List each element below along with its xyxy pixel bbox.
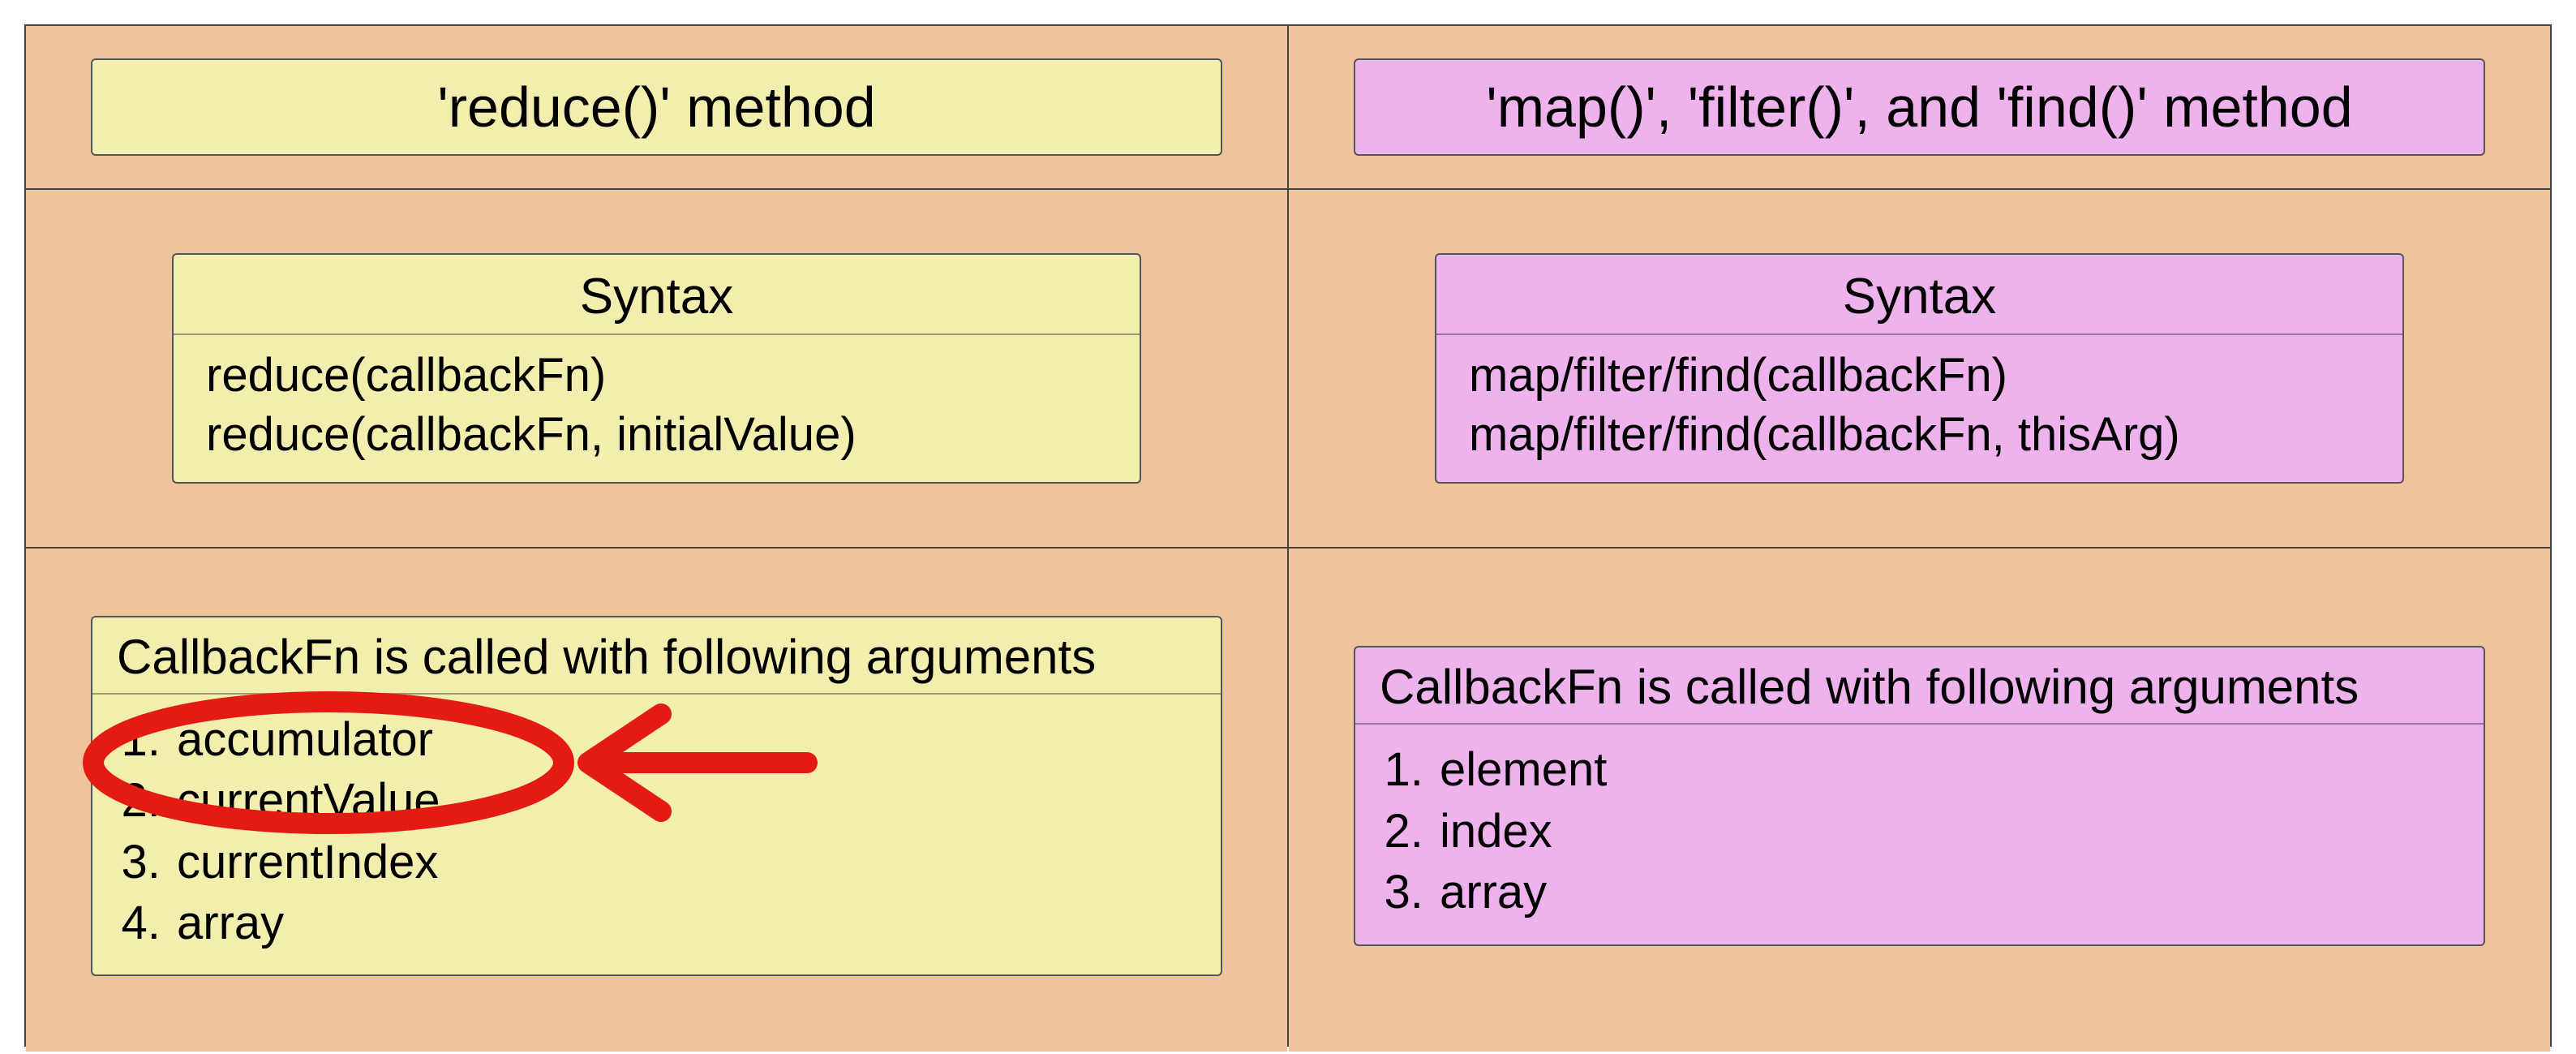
right-syntax-card: Syntax map/filter/find(callbackFn) map/f…	[1435, 253, 2404, 484]
left-syntax-card: Syntax reduce(callbackFn) reduce(callbac…	[172, 253, 1141, 484]
right-args-body: element index array	[1355, 725, 2484, 944]
left-args-list: accumulator currentValue currentIndex ar…	[125, 709, 1188, 954]
left-arg-3: currentIndex	[174, 832, 1188, 893]
left-arg-1: accumulator	[174, 709, 1188, 770]
right-args-card: CallbackFn is called with following argu…	[1354, 646, 2485, 945]
right-syntax-line-2: map/filter/find(callbackFn, thisArg)	[1469, 406, 2370, 465]
cell-right-syntax: Syntax map/filter/find(callbackFn) map/f…	[1289, 190, 2550, 547]
right-syntax-line-1: map/filter/find(callbackFn)	[1469, 346, 2370, 406]
left-args-body: accumulator currentValue currentIndex ar…	[92, 695, 1221, 975]
right-arg-3: array	[1436, 862, 2451, 923]
cell-left-title: 'reduce()' method	[26, 26, 1287, 188]
right-syntax-body: map/filter/find(callbackFn) map/filter/f…	[1436, 335, 2402, 482]
left-syntax-line-2: reduce(callbackFn, initialValue)	[206, 406, 1107, 465]
cell-right-title: 'map()', 'filter()', and 'find()' method	[1289, 26, 2550, 188]
left-syntax-body: reduce(callbackFn) reduce(callbackFn, in…	[174, 335, 1140, 482]
cell-left-syntax: Syntax reduce(callbackFn) reduce(callbac…	[26, 190, 1287, 547]
left-arg-2: currentValue	[174, 770, 1188, 831]
right-args-list: element index array	[1388, 739, 2451, 923]
left-title-card: 'reduce()' method	[91, 58, 1222, 157]
right-args-heading: CallbackFn is called with following argu…	[1355, 647, 2484, 725]
right-syntax-heading: Syntax	[1436, 255, 2402, 335]
cell-left-args: CallbackFn is called with following argu…	[26, 549, 1287, 1052]
left-syntax-line-1: reduce(callbackFn)	[206, 346, 1107, 406]
cell-right-args: CallbackFn is called with following argu…	[1289, 549, 2550, 1052]
left-syntax-heading: Syntax	[174, 255, 1140, 335]
right-arg-1: element	[1436, 739, 2451, 800]
left-arg-4: array	[174, 893, 1188, 953]
comparison-grid: 'reduce()' method 'map()', 'filter()', a…	[24, 24, 2552, 1047]
left-args-card: CallbackFn is called with following argu…	[91, 616, 1222, 977]
right-arg-2: index	[1436, 801, 2451, 862]
right-title-card: 'map()', 'filter()', and 'find()' method	[1354, 58, 2485, 157]
left-args-heading: CallbackFn is called with following argu…	[92, 617, 1221, 695]
